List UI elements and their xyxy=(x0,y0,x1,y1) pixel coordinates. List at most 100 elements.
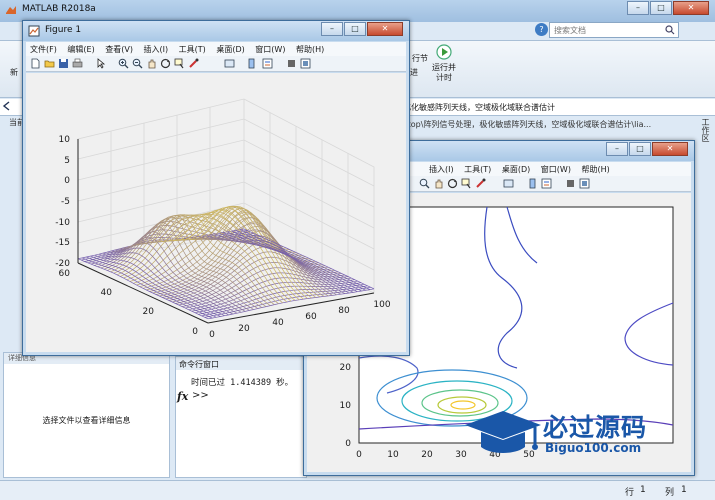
menu-desktop[interactable]: 桌面(D) xyxy=(498,162,534,175)
figure-icon xyxy=(28,25,40,37)
zoom-out-icon[interactable] xyxy=(419,178,430,189)
figure-1-titlebar: Figure 1 – □ ✕ xyxy=(23,21,409,41)
z-tick-label: -20 xyxy=(55,259,70,269)
menu-window[interactable]: 窗口(W) xyxy=(251,42,289,55)
link-plot-icon[interactable] xyxy=(503,178,514,189)
matlab-title: MATLAB R2018a xyxy=(22,4,96,14)
new-button[interactable]: 新 xyxy=(10,67,18,78)
z-tick-label: 0 xyxy=(64,176,70,186)
search-input[interactable]: 搜索文档 xyxy=(549,22,679,38)
menu-insert[interactable]: 插入(I) xyxy=(425,162,458,175)
x-tick-label: 0 xyxy=(356,450,362,460)
x-tick-label: 0 xyxy=(209,330,215,340)
save-icon[interactable] xyxy=(58,58,69,69)
y-tick-label: 40 xyxy=(101,288,113,298)
command-output: 时间已过 1.414389 秒。 xyxy=(191,378,294,388)
edit-plot-icon[interactable] xyxy=(96,58,107,69)
brush-icon[interactable] xyxy=(188,58,199,69)
advance-button[interactable]: 进 xyxy=(410,67,418,78)
z-tick-label: 10 xyxy=(59,135,71,145)
run-section-button[interactable]: 行节 xyxy=(412,53,428,64)
x-tick-label: 20 xyxy=(421,450,433,460)
maximize-button[interactable]: □ xyxy=(650,1,672,15)
brush-icon[interactable] xyxy=(475,178,486,189)
col-label: 列 xyxy=(665,488,675,498)
details-message: 选择文件以查看详细信息 xyxy=(42,416,131,425)
new-figure-icon[interactable] xyxy=(30,58,41,69)
figure-1-toolbar xyxy=(26,56,406,72)
zoom-out-icon[interactable] xyxy=(132,58,143,69)
y-tick-label: 0 xyxy=(192,327,198,337)
mesh-line xyxy=(107,247,238,314)
menu-desktop[interactable]: 桌面(D) xyxy=(212,42,248,55)
menu-window[interactable]: 窗口(W) xyxy=(537,162,575,175)
x-tick-label: 80 xyxy=(338,306,350,316)
help-icon[interactable]: ? xyxy=(535,23,548,36)
maximize-button[interactable]: □ xyxy=(344,22,366,36)
colorbar-icon[interactable] xyxy=(246,58,257,69)
minimize-button[interactable]: – xyxy=(627,1,649,15)
minimize-button[interactable]: – xyxy=(606,142,628,156)
maximize-button[interactable]: □ xyxy=(629,142,651,156)
search-icon[interactable] xyxy=(665,25,675,35)
link-plot-icon[interactable] xyxy=(224,58,235,69)
x-tick-label: 20 xyxy=(238,324,250,334)
surface-mesh xyxy=(77,205,375,320)
rotate-3d-icon[interactable] xyxy=(447,178,458,189)
close-button[interactable]: ✕ xyxy=(673,1,709,15)
hide-plot-tools-icon[interactable] xyxy=(565,178,576,189)
y-tick-label: 20 xyxy=(143,307,155,317)
workspace-side-tab[interactable]: 工作区 xyxy=(697,118,711,178)
menu-file[interactable]: 文件(F) xyxy=(26,42,61,55)
zoom-in-icon[interactable] xyxy=(118,58,129,69)
rotate-3d-icon[interactable] xyxy=(160,58,171,69)
pan-icon[interactable] xyxy=(433,178,444,189)
row-label: 行 xyxy=(625,488,635,498)
menu-view[interactable]: 查看(V) xyxy=(101,42,137,55)
show-plot-tools-icon[interactable] xyxy=(300,58,311,69)
watermark-url: Biguo100.com xyxy=(545,441,642,455)
menu-insert[interactable]: 插入(I) xyxy=(140,42,173,55)
open-file-icon[interactable] xyxy=(44,58,55,69)
run-and-time-button[interactable]: 运行并 计时 xyxy=(430,43,458,83)
close-button[interactable]: ✕ xyxy=(652,142,688,156)
menu-help[interactable]: 帮助(H) xyxy=(578,162,614,175)
x-tick-label: 40 xyxy=(272,318,284,328)
menu-tools[interactable]: 工具(T) xyxy=(460,162,495,175)
show-plot-tools-icon[interactable] xyxy=(579,178,590,189)
watermark-text: 必过源码 xyxy=(543,413,648,442)
row-value: 1 xyxy=(640,485,646,495)
legend-icon[interactable] xyxy=(541,178,552,189)
z-tick-label: 5 xyxy=(64,156,70,166)
print-icon[interactable] xyxy=(72,58,83,69)
z-tick-label: -15 xyxy=(55,238,70,248)
x-tick-label: 10 xyxy=(387,450,399,460)
menu-help[interactable]: 帮助(H) xyxy=(292,42,328,55)
fx-icon[interactable]: fx xyxy=(177,390,188,403)
data-cursor-icon[interactable] xyxy=(174,58,185,69)
colorbar-icon[interactable] xyxy=(527,178,538,189)
run-and-time-icon xyxy=(436,44,452,60)
status-bar: 行 1 列 1 xyxy=(0,480,715,500)
x-tick-label: 60 xyxy=(305,312,317,322)
figure-1-title: Figure 1 xyxy=(45,25,82,35)
mesh-3d-plot[interactable]: 10 5 0 -5 -10 -15 -20 60 40 20 0 0 20 40… xyxy=(26,73,408,353)
col-value: 1 xyxy=(681,485,687,495)
command-window-title: 命令行窗口 xyxy=(176,357,306,370)
data-cursor-icon[interactable] xyxy=(461,178,472,189)
details-panel: 详细信息 选择文件以查看详细信息 xyxy=(3,352,170,478)
command-window[interactable]: 命令行窗口 时间已过 1.414389 秒。 fx >> xyxy=(175,356,307,478)
editor-tab-path[interactable]: ktop\阵列信号处理，极化敏感阵列天线，空域极化域联合谱估计\lia... xyxy=(403,117,693,132)
back-arrow-icon[interactable] xyxy=(2,101,12,111)
command-prompt[interactable]: >> xyxy=(192,390,209,401)
minimize-button[interactable]: – xyxy=(321,22,343,36)
menu-edit[interactable]: 编辑(E) xyxy=(63,42,98,55)
figure-1-canvas[interactable]: 10 5 0 -5 -10 -15 -20 60 40 20 0 0 20 40… xyxy=(26,73,406,352)
legend-icon[interactable] xyxy=(262,58,273,69)
figure-1-window[interactable]: Figure 1 – □ ✕ 文件(F) 编辑(E) 查看(V) 插入(I) 工… xyxy=(22,20,410,356)
hide-plot-tools-icon[interactable] xyxy=(286,58,297,69)
pan-icon[interactable] xyxy=(146,58,157,69)
y-tick-label: 60 xyxy=(59,269,71,279)
close-button[interactable]: ✕ xyxy=(367,22,403,36)
menu-tools[interactable]: 工具(T) xyxy=(175,42,210,55)
